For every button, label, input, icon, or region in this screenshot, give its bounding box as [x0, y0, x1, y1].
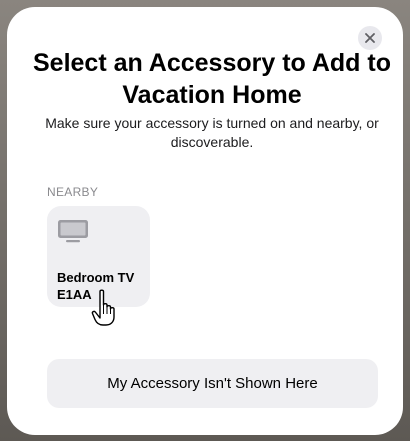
hand-pointer-cursor-icon [91, 289, 115, 326]
accessory-not-shown-button[interactable]: My Accessory Isn't Shown Here [47, 359, 378, 408]
dialog-title: Select an Accessory to Add to Vacation H… [33, 49, 391, 109]
close-icon [365, 33, 375, 43]
nearby-section-label: NEARBY [47, 185, 99, 199]
add-accessory-dialog: Select an Accessory to Add to Vacation H… [7, 7, 403, 435]
dialog-subtitle: Make sure your accessory is turned on an… [45, 115, 379, 150]
tv-icon [58, 220, 88, 243]
